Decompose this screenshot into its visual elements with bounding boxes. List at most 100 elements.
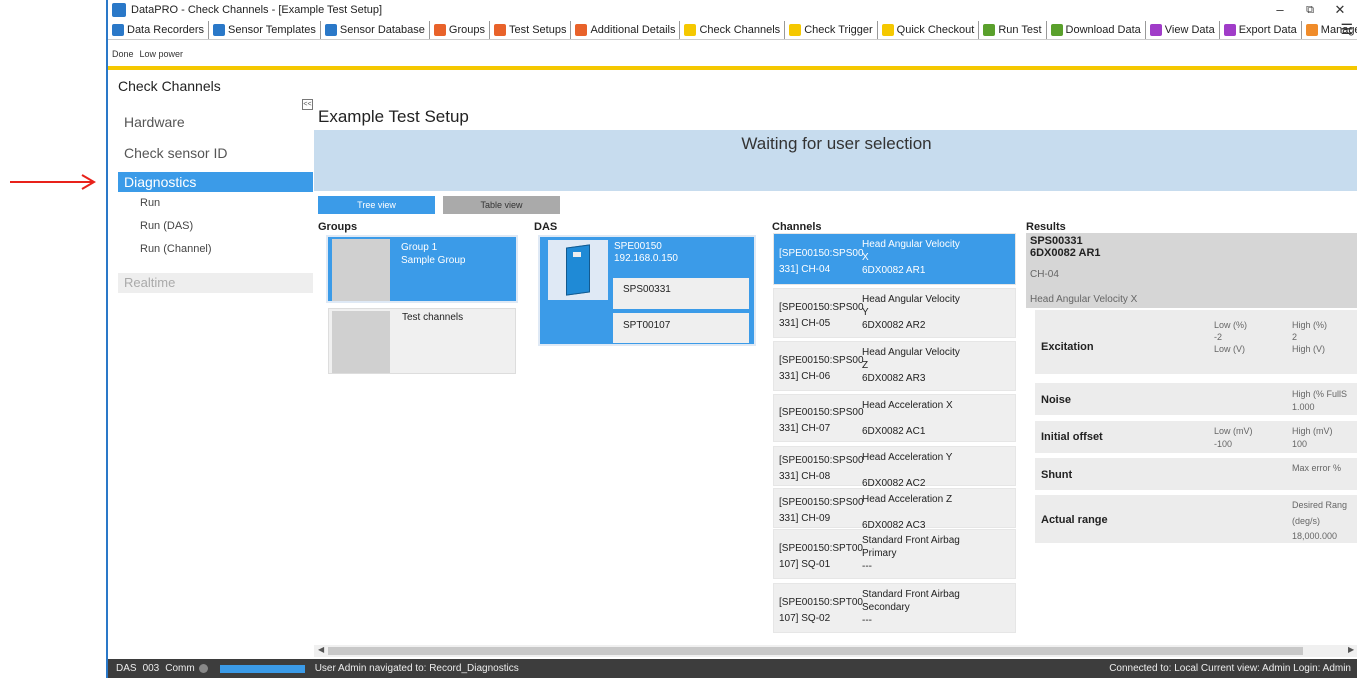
channel-desc-line1: Head Acceleration Y [862, 452, 953, 463]
tab-bar: Data Recorders Sensor Templates Sensor Dat… [108, 20, 1357, 40]
tab-additional-details[interactable]: Additional Details [571, 20, 681, 39]
group-card-1[interactable]: Group 1 Sample Group [326, 235, 518, 303]
channel-description: Head Acceleration X 6DX0082 AC1 [862, 399, 953, 438]
channel-desc-line2: Secondary [862, 602, 910, 613]
channel-id-line1: [SPE00150:SPS00 [779, 355, 864, 366]
status-das-count: 003 [142, 663, 160, 674]
das-module-2[interactable]: SPT00107 [612, 312, 750, 344]
scrollbar-thumb[interactable] [328, 647, 1303, 655]
tab-label: Sensor Templates [228, 23, 316, 36]
tab-data-recorders[interactable]: Data Recorders [108, 20, 210, 39]
das-module-1[interactable]: SPS00331 [612, 277, 750, 310]
channel-description: Head Angular Velocity X 6DX0082 AR1 [862, 238, 960, 277]
tab-run-test[interactable]: Run Test [979, 20, 1047, 39]
nav-hardware[interactable]: Hardware [118, 112, 313, 132]
channel-description: Head Acceleration Z 6DX0082 AC3 [862, 493, 952, 532]
channel-desc-line1: Standard Front Airbag [862, 535, 960, 546]
tab-icon [324, 23, 337, 36]
channel-desc-line1: Standard Front Airbag [862, 589, 960, 600]
tab-test-setups[interactable]: Test Setups [490, 20, 572, 39]
channel-id-line2: 331] CH-09 [779, 513, 831, 524]
channel-id: [SPE00150:SPS00 331] CH-04 [779, 246, 864, 278]
channel-id-line1: [SPE00150:SPS00 [779, 302, 864, 313]
page-title: Check Channels [118, 78, 221, 94]
section-accent-bar [108, 66, 1357, 70]
done-button[interactable]: Done [112, 49, 134, 59]
scroll-left-icon[interactable]: ◀ [318, 645, 324, 654]
channel-id-line2: 107] SQ-01 [779, 559, 831, 570]
channel-item[interactable]: [SPE00150:SPS00 331] CH-04 Head Angular Ve… [773, 233, 1016, 285]
results-header: Results [1026, 221, 1066, 233]
tab-sensor-database[interactable]: Sensor Database [321, 20, 430, 39]
channel-item[interactable]: [SPE00150:SPS00 331] CH-06 Head Angular Ve… [773, 341, 1016, 391]
nav-diagnostics[interactable]: Diagnostics [118, 172, 313, 192]
tab-groups[interactable]: Groups [430, 20, 490, 39]
restore-button[interactable]: ⧉ [1295, 0, 1325, 20]
desired-range-value: 18,000.000 [1292, 531, 1338, 541]
channel-item[interactable]: [SPE00150:SPT00 107] SQ-01 Standard Front … [773, 529, 1016, 579]
nav-run[interactable]: Run [140, 197, 160, 209]
red-arrow-annotation [10, 174, 96, 190]
channel-item[interactable]: [SPE00150:SPS00 331] CH-05 Head Angular Ve… [773, 288, 1016, 338]
channel-id-line1: [SPE00150:SPS00 [779, 497, 864, 508]
tab-export-data[interactable]: Export Data [1220, 20, 1302, 39]
channel-desc-line2: Primary [862, 548, 897, 559]
tab-sensor-templates[interactable]: Sensor Templates [209, 20, 321, 39]
shunt-label: Shunt [1041, 469, 1073, 481]
das-card[interactable]: SPE00150 192.168.0.150 SPS00331 SPT00107 [538, 235, 756, 346]
app-window: DataPRO - Check Channels - [Example Test… [106, 0, 1357, 678]
offset-low-label: Low (mV) [1214, 426, 1253, 436]
tree-view-button[interactable]: Tree view [318, 196, 435, 214]
channel-desc-line1: Head Angular Velocity [862, 347, 960, 358]
das-ip: 192.168.0.150 [614, 253, 678, 264]
tab-icon [1305, 23, 1318, 36]
channel-description: Standard Front Airbag Secondary --- [862, 588, 960, 627]
offset-high-value: 100 [1292, 439, 1308, 449]
tab-quick-checkout[interactable]: Quick Checkout [878, 20, 980, 39]
channel-item[interactable]: [SPE00150:SPS00 331] CH-07 Head Accelerati… [773, 394, 1016, 442]
collapse-panel-icon[interactable]: << [302, 99, 313, 110]
status-comm-label: Comm [165, 663, 195, 674]
tab-check-channels[interactable]: Check Channels [680, 20, 786, 39]
channel-sensor-id: 6DX0082 AR3 [862, 373, 926, 384]
nav-run-channel[interactable]: Run (Channel) [140, 243, 212, 255]
close-button[interactable]: ✕ [1325, 0, 1355, 20]
nav-run-das[interactable]: Run (DAS) [140, 220, 193, 232]
comm-indicator-icon [198, 664, 208, 673]
tab-icon [684, 23, 697, 36]
tab-label: View Data [1164, 23, 1215, 36]
channel-id-line2: 331] CH-05 [779, 318, 831, 329]
tab-icon [213, 23, 226, 36]
tab-icon [1223, 23, 1236, 36]
hamburger-menu-icon[interactable]: ☰ [1340, 21, 1353, 38]
nav-realtime[interactable]: Realtime [118, 273, 313, 293]
excitation-high-pct-value: 2 [1292, 332, 1298, 342]
status-message: User Admin navigated to: Record_Diagnost… [314, 663, 519, 674]
group-thumbnail [332, 311, 390, 373]
actual-range-label: Actual range [1041, 514, 1108, 526]
channel-id: [SPE00150:SPT00 107] SQ-01 [779, 541, 863, 573]
tab-label: Check Trigger [804, 23, 873, 36]
minimize-button[interactable]: – [1265, 0, 1295, 20]
low-power-button[interactable]: Low power [140, 49, 184, 59]
window-title: DataPRO - Check Channels - [Example Test… [131, 4, 383, 16]
tab-check-trigger[interactable]: Check Trigger [785, 20, 878, 39]
offset-low-value: -100 [1214, 439, 1233, 449]
channel-id: [SPE00150:SPT00 107] SQ-02 [779, 595, 863, 627]
scroll-right-icon[interactable]: ▶ [1348, 645, 1354, 654]
table-view-button[interactable]: Table view [443, 196, 560, 214]
tab-label: Quick Checkout [896, 23, 975, 36]
tab-download-data[interactable]: Download Data [1047, 20, 1146, 39]
tab-view-data[interactable]: View Data [1146, 20, 1220, 39]
channel-sensor-id: 6DX0082 AC1 [862, 426, 926, 437]
group-card-2[interactable]: Test channels [328, 308, 516, 374]
tab-icon [433, 23, 446, 36]
tab-icon [575, 23, 588, 36]
channel-desc-line1: Head Angular Velocity [862, 294, 960, 305]
nav-check-sensor-id[interactable]: Check sensor ID [118, 143, 313, 163]
channel-item[interactable]: [SPE00150:SPS00 331] CH-09 Head Accelerati… [773, 488, 1016, 531]
channel-desc-line1: Head Angular Velocity [862, 239, 960, 250]
app-icon [112, 3, 126, 17]
channel-item[interactable]: [SPE00150:SPS00 331] CH-08 Head Accelerati… [773, 446, 1016, 489]
channel-item[interactable]: [SPE00150:SPT00 107] SQ-02 Standard Front … [773, 583, 1016, 633]
